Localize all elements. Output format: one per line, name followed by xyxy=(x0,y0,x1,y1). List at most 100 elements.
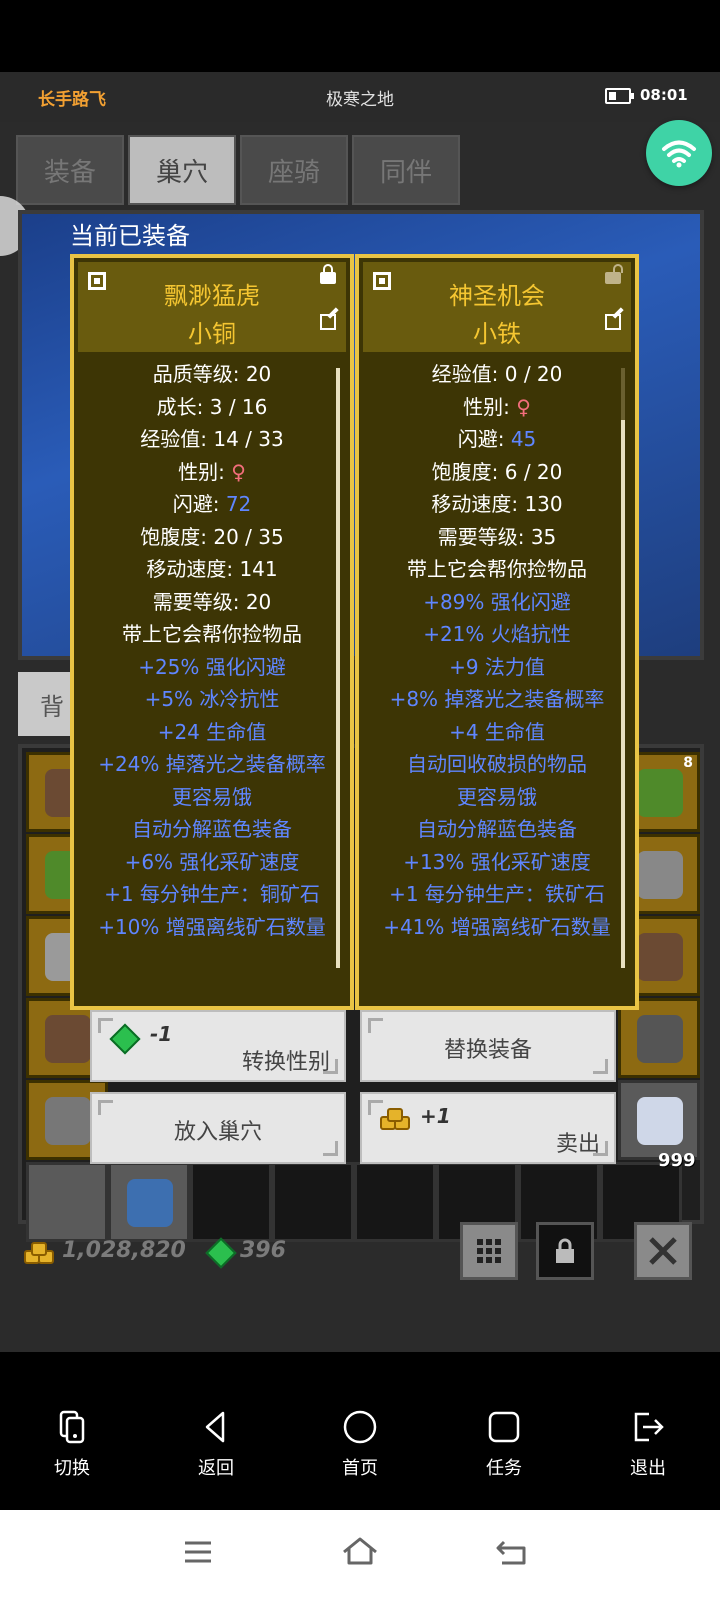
nav-switch[interactable]: 切换 xyxy=(27,1410,117,1480)
stack-count: 999 xyxy=(658,1150,696,1171)
nav-tasks[interactable]: 任务 xyxy=(459,1410,549,1480)
stat-label: 移动速度: xyxy=(146,557,240,581)
scrollbar[interactable] xyxy=(336,368,340,968)
stat-label: +89% 强化闪避 xyxy=(423,589,571,614)
item-card-current: 飘渺猛虎 小铜 品质等级: 20 成长: 3 / 16 经验值: 14 / 33 性别… xyxy=(70,254,354,1010)
stat-line: 移动速度: 141 xyxy=(74,553,350,586)
stat-value: ♀ xyxy=(516,394,531,419)
stat-label: 闪避: xyxy=(172,492,226,516)
stat-label: 经验值: xyxy=(431,362,505,386)
home-circle-icon xyxy=(343,1410,377,1444)
inventory-slot[interactable] xyxy=(354,1162,436,1242)
stat-value: 130 xyxy=(524,492,563,516)
menu-icon[interactable] xyxy=(183,1540,213,1564)
stat-value: 6 / 20 xyxy=(504,459,563,484)
inventory-slot[interactable] xyxy=(26,1162,108,1242)
inventory-slot[interactable] xyxy=(618,998,700,1078)
stat-line: +10% 增强离线矿石数量 xyxy=(74,911,350,944)
stat-label: 移动速度: xyxy=(431,492,525,516)
stat-line: 移动速度: 130 xyxy=(359,488,635,521)
close-icon xyxy=(649,1237,677,1265)
stat-line: 闪避: 72 xyxy=(74,488,350,521)
stat-label: 饱腹度: xyxy=(431,459,505,484)
home-icon[interactable] xyxy=(340,1536,380,1566)
stat-value: 20 / 35 xyxy=(213,524,284,549)
stat-line: 饱腹度: 6 / 20 xyxy=(359,456,635,489)
stat-label: 饱腹度: xyxy=(140,524,214,549)
stat-label: 带上它会帮你捡物品 xyxy=(407,557,587,581)
stat-line: +5% 冰冷抗性 xyxy=(74,683,350,716)
edit-icon[interactable] xyxy=(605,314,621,330)
scrollbar[interactable] xyxy=(621,368,625,968)
put-in-nest-button[interactable]: 放入巢穴 xyxy=(90,1092,346,1164)
clock: 08:01 xyxy=(640,86,688,104)
inventory-slot[interactable] xyxy=(108,1162,190,1242)
inventory-slot[interactable] xyxy=(272,1162,354,1242)
stat-value: 20 xyxy=(245,589,272,614)
stat-line: 更容易饿 xyxy=(74,781,350,814)
inventory-slot[interactable] xyxy=(618,1080,700,1160)
stat-label: +13% 强化采矿速度 xyxy=(403,849,591,874)
stat-label: 性别: xyxy=(178,459,232,484)
item-nickname: 小铜 xyxy=(188,320,236,348)
stat-line: +8% 掉落光之装备概率 xyxy=(359,683,635,716)
stat-value: 35 xyxy=(530,524,557,549)
stat-line: 性别: ♀ xyxy=(359,391,635,424)
close-button[interactable] xyxy=(634,1222,692,1280)
stat-line: 品质等级: 20 xyxy=(74,358,350,391)
tab-mount[interactable]: 座骑 xyxy=(240,135,348,205)
panel-title: 当前已装备 xyxy=(70,222,190,250)
stat-line: 闪避: 45 xyxy=(359,423,635,456)
replace-equip-button[interactable]: 替换装备 xyxy=(360,1010,616,1082)
inventory-slot[interactable] xyxy=(190,1162,272,1242)
stat-label: 自动分解蓝色装备 xyxy=(132,817,292,841)
back-gesture-icon[interactable] xyxy=(494,1538,528,1566)
grid-view-button[interactable] xyxy=(460,1222,518,1280)
stat-label: +1 每分钟生产：铁矿石 xyxy=(389,882,605,906)
unlock-icon[interactable] xyxy=(605,264,623,284)
grid-icon xyxy=(477,1239,501,1263)
wifi-button[interactable] xyxy=(646,120,712,186)
stat-label: +6% 强化采矿速度 xyxy=(124,849,300,874)
nav-exit[interactable]: 退出 xyxy=(603,1410,693,1480)
back-icon xyxy=(205,1411,225,1443)
sell-button[interactable]: +1 卖出 xyxy=(360,1092,616,1164)
stat-line: 带上它会帮你捡物品 xyxy=(359,553,635,586)
stat-line: 更容易饿 xyxy=(359,781,635,814)
change-gender-button[interactable]: -1 转换性别 xyxy=(90,1010,346,1082)
nav-home[interactable]: 首页 xyxy=(315,1410,405,1480)
stat-line: 带上它会帮你捡物品 xyxy=(74,618,350,651)
item-nickname: 小铁 xyxy=(473,320,521,348)
stat-value: 14 / 33 xyxy=(213,427,284,451)
gold-amount: 1,028,820 xyxy=(62,1238,186,1263)
edit-icon[interactable] xyxy=(320,314,336,330)
card-header: 神圣机会 小铁 xyxy=(363,262,631,352)
stat-line: +1 每分钟生产：铜矿石 xyxy=(74,878,350,911)
stat-line: 成长: 3 / 16 xyxy=(74,391,350,424)
card-header: 飘渺猛虎 小铜 xyxy=(78,262,346,352)
stat-value: ♀ xyxy=(231,459,246,484)
tab-equipment[interactable]: 装备 xyxy=(16,135,124,205)
stat-label: 品质等级: xyxy=(152,362,246,386)
stat-line: 需要等级: 35 xyxy=(359,521,635,554)
stat-label: +5% 冰冷抗性 xyxy=(144,687,280,711)
stats-list: 品质等级: 20 成长: 3 / 16 经验值: 14 / 33 性别: ♀ 闪避: 7… xyxy=(74,358,350,943)
stat-line: +24 生命值 xyxy=(74,716,350,749)
stat-value: 72 xyxy=(225,492,252,516)
stat-line: 经验值: 0 / 20 xyxy=(359,358,635,391)
stat-label: +4 生命值 xyxy=(449,719,545,744)
nav-back[interactable]: 返回 xyxy=(171,1410,261,1480)
item-name: 飘渺猛虎 xyxy=(164,282,260,310)
stat-line: +9 法力值 xyxy=(359,651,635,684)
stat-label: +9 法力值 xyxy=(449,654,545,679)
lock-icon[interactable] xyxy=(320,264,336,284)
tab-nest[interactable]: 巢穴 xyxy=(128,135,236,205)
stat-value: 20 xyxy=(245,362,272,386)
tab-companion[interactable]: 同伴 xyxy=(352,135,460,205)
lock-button[interactable] xyxy=(536,1222,594,1280)
stat-label: +21% 火焰抗性 xyxy=(423,622,571,646)
gem-amount: 396 xyxy=(240,1238,286,1263)
stat-label: +24 生命值 xyxy=(157,719,267,744)
exit-icon xyxy=(634,1412,664,1442)
switch-icon xyxy=(59,1410,85,1444)
